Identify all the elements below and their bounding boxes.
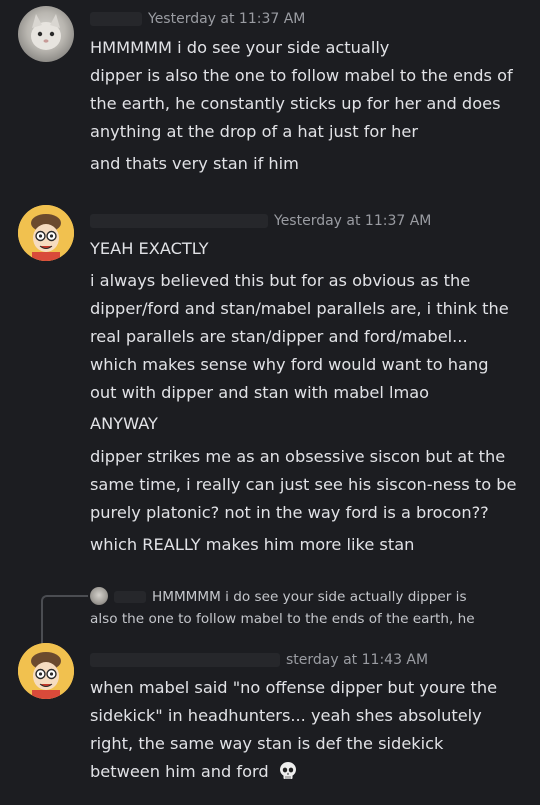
reply-connector	[41, 595, 88, 649]
message-line: which makes sense why ford would want to…	[90, 355, 489, 374]
username-redacted[interactable]	[90, 12, 142, 26]
cat-avatar[interactable]	[18, 6, 74, 62]
message-text: between him and ford	[90, 762, 269, 781]
skull-emoji	[279, 762, 296, 779]
username-redacted[interactable]	[90, 653, 280, 667]
message-line: and thats very stan if him	[90, 154, 299, 173]
message-line: anything at the drop of a hat just for h…	[90, 122, 419, 141]
reply-preview-line: HMMMMM i do see your side actually dippe…	[152, 589, 467, 605]
message-line: i always believed this but for as obviou…	[90, 271, 471, 290]
username-redacted	[114, 591, 146, 603]
timestamp: sterday at 11:43 AM	[286, 652, 429, 668]
cat-mini-avatar	[90, 587, 108, 605]
message-line: real parallels are stan/dipper and ford/…	[90, 327, 468, 346]
message-line: HMMMMM i do see your side actually	[90, 38, 390, 57]
message-line: purely platonic? not in the way ford is …	[90, 503, 489, 522]
message-line: dipper/ford and stan/mabel parallels are…	[90, 299, 509, 318]
message-header: Yesterday at 11:37 AM	[90, 213, 431, 229]
message-line: dipper is also the one to follow mabel t…	[90, 66, 513, 85]
reply-preview-line: also the one to follow mabel to the ends…	[90, 611, 475, 627]
message-line: ANYWAY	[90, 414, 158, 433]
message-line: YEAH EXACTLY	[90, 239, 209, 258]
message-header: sterday at 11:43 AM	[90, 652, 428, 668]
timestamp: Yesterday at 11:37 AM	[274, 213, 432, 229]
message-line: dipper strikes me as an obsessive siscon…	[90, 447, 506, 466]
message-line: same time, i really can just see his sis…	[90, 475, 517, 494]
cartoon-boy-avatar[interactable]	[18, 643, 74, 699]
message-header: Yesterday at 11:37 AM	[90, 11, 305, 27]
message-line: when mabel said "no offense dipper but y…	[90, 678, 498, 697]
message-line: between him and ford	[90, 758, 298, 786]
cartoon-boy-avatar[interactable]	[18, 205, 74, 261]
message-line: out with dipper and stan with mabel lmao	[90, 383, 430, 402]
message-line: sidekick" in headhunters... yeah shes ab…	[90, 706, 482, 725]
reply-preview[interactable]: HMMMMM i do see your side actually dippe…	[90, 586, 467, 608]
username-redacted[interactable]	[90, 214, 268, 228]
message-line: which REALLY makes him more like stan	[90, 535, 415, 554]
message-line: the earth, he constantly sticks up for h…	[90, 94, 501, 113]
message-line: right, the same way stan is def the side…	[90, 734, 444, 753]
timestamp: Yesterday at 11:37 AM	[148, 11, 306, 27]
